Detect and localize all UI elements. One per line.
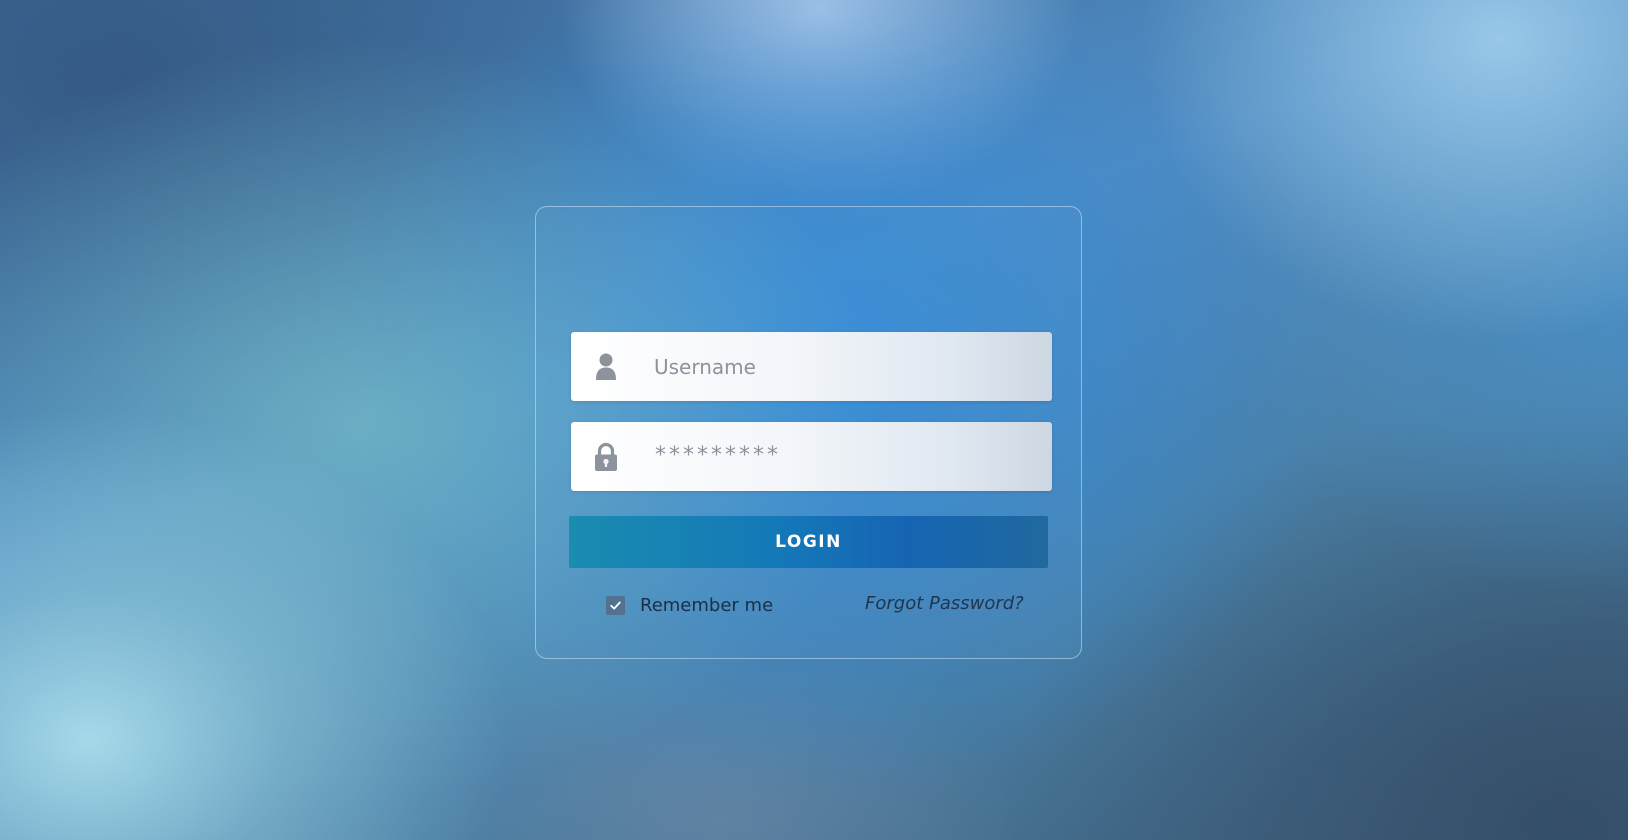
- login-button[interactable]: LOGIN: [569, 516, 1048, 568]
- remember-me-checkbox[interactable]: Remember me: [606, 594, 774, 616]
- forgot-password-link[interactable]: Forgot Password?: [865, 593, 1024, 614]
- password-field[interactable]: *********: [571, 422, 1052, 491]
- remember-me-label: Remember me: [640, 594, 774, 616]
- password-input[interactable]: *********: [655, 443, 781, 468]
- checkbox-checked-icon[interactable]: [606, 595, 625, 615]
- user-icon: [594, 352, 618, 382]
- username-field[interactable]: [571, 332, 1052, 401]
- username-input[interactable]: [654, 332, 1034, 401]
- login-page: { "login_form": { "username": { "icon": …: [0, 0, 1628, 840]
- lock-icon: [594, 442, 618, 472]
